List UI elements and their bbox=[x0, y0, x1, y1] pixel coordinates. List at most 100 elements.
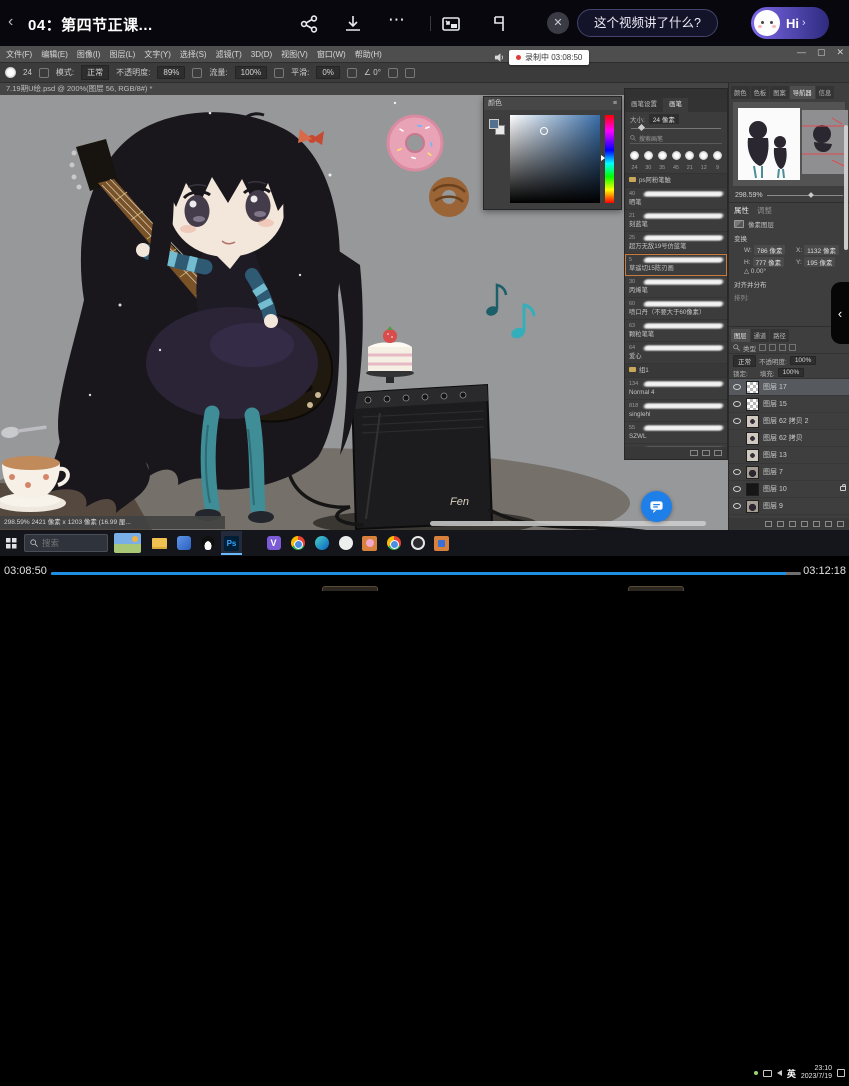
dock-panel-tab[interactable]: 图案 bbox=[770, 86, 789, 99]
filter-shape-icon[interactable] bbox=[789, 344, 796, 351]
taskbar-clock[interactable]: 23:10 2023/7/19 bbox=[801, 1065, 832, 1081]
brushes-panel-tab[interactable]: 画笔 bbox=[663, 98, 688, 112]
download-icon[interactable] bbox=[343, 14, 363, 34]
opacity-value[interactable]: 89% bbox=[157, 66, 185, 79]
layer-thumbnail[interactable] bbox=[746, 449, 759, 462]
transform-section-label[interactable]: 变换 bbox=[734, 233, 844, 243]
hue-slider[interactable] bbox=[605, 115, 614, 203]
layer-style-icon[interactable] bbox=[777, 521, 784, 527]
taskbar-app[interactable] bbox=[383, 531, 404, 555]
layer-thumbnail[interactable] bbox=[746, 432, 759, 445]
tab-properties[interactable]: 属性 bbox=[734, 205, 749, 216]
volume-icon[interactable] bbox=[777, 1070, 782, 1076]
h-value[interactable]: 777 像素 bbox=[753, 257, 785, 267]
menu-item[interactable]: 文字(Y) bbox=[144, 49, 171, 60]
layer-thumbnail[interactable] bbox=[746, 466, 759, 479]
layer-visibility-toggle[interactable] bbox=[732, 418, 742, 424]
brush-tool-icon[interactable] bbox=[5, 67, 16, 78]
taskbar-app[interactable] bbox=[197, 531, 218, 555]
delete-layer-icon[interactable] bbox=[837, 521, 844, 527]
layer-row[interactable]: 图层 7 bbox=[729, 464, 849, 481]
brush-item[interactable]: 64 爱心 bbox=[625, 342, 727, 364]
delete-brush-icon[interactable] bbox=[714, 450, 722, 456]
pressure-size-icon[interactable] bbox=[388, 68, 398, 78]
more-icon[interactable]: ⋯ bbox=[388, 10, 408, 30]
close-button[interactable]: ✕ bbox=[547, 12, 569, 34]
layer-visibility-toggle[interactable] bbox=[732, 503, 742, 509]
brush-item[interactable]: 组1 bbox=[625, 364, 727, 378]
brushes-scrollbar[interactable] bbox=[844, 125, 848, 250]
close-window-button[interactable]: ✕ bbox=[836, 47, 844, 58]
layer-thumbnail[interactable] bbox=[746, 381, 759, 394]
picture-in-picture-icon[interactable] bbox=[441, 14, 461, 34]
tab-adjustments[interactable]: 调整 bbox=[757, 205, 772, 216]
hue-slider-marker[interactable] bbox=[601, 155, 605, 161]
layer-visibility-toggle[interactable] bbox=[732, 401, 742, 407]
flow-value[interactable]: 100% bbox=[235, 66, 267, 79]
pressure-opacity-icon[interactable] bbox=[192, 68, 202, 78]
search-input[interactable] bbox=[42, 538, 97, 548]
layers-dock-tab[interactable]: 图层 bbox=[731, 329, 750, 342]
saturation-brightness-field[interactable] bbox=[510, 115, 600, 203]
dock-panel-tab[interactable]: 导航器 bbox=[790, 86, 815, 99]
filter-text-icon[interactable] bbox=[779, 344, 786, 351]
new-group-icon[interactable] bbox=[813, 521, 820, 527]
start-button[interactable] bbox=[0, 538, 22, 549]
display-icon[interactable] bbox=[763, 1070, 772, 1077]
menu-item[interactable]: 窗口(W) bbox=[317, 49, 346, 60]
layer-row[interactable]: 图层 62 拷贝 2 bbox=[729, 413, 849, 430]
panel-collapse-tab[interactable]: ‹ bbox=[831, 282, 849, 344]
navigator-zoom-slider[interactable] bbox=[767, 195, 843, 196]
menu-item[interactable]: 图层(L) bbox=[109, 49, 135, 60]
layer-row[interactable]: 图层 13 bbox=[729, 447, 849, 464]
w-value[interactable]: 786 像素 bbox=[754, 245, 786, 255]
menu-item[interactable]: 编辑(E) bbox=[41, 49, 68, 60]
brush-size-preview[interactable]: 24 bbox=[23, 68, 32, 77]
brush-size-value[interactable]: 24 像素 bbox=[649, 114, 679, 124]
align-section-label[interactable]: 对齐并分布 bbox=[734, 279, 844, 289]
symmetry-icon[interactable] bbox=[405, 68, 415, 78]
taskbar-app[interactable] bbox=[407, 531, 428, 555]
canvas-horizontal-scrollbar[interactable] bbox=[430, 521, 706, 526]
round-brush-preset[interactable]: 30 bbox=[642, 147, 655, 171]
layer-thumbnail[interactable] bbox=[746, 415, 759, 428]
brush-item[interactable]: 25 超万无敌19号仿蓝笔 bbox=[625, 232, 727, 254]
panel-menu-icon[interactable]: ≡ bbox=[613, 97, 617, 110]
brush-item[interactable]: 194 Soft Round 394 2 bbox=[625, 444, 727, 447]
document-tab[interactable]: 7.19期U绘.psd @ 200%(图层 56, RGB/8#) * bbox=[0, 83, 728, 95]
input-language-indicator[interactable]: 英 bbox=[787, 1067, 796, 1080]
filter-pixel-icon[interactable] bbox=[759, 344, 766, 351]
taskbar-app[interactable] bbox=[359, 531, 380, 555]
gear-icon[interactable] bbox=[347, 68, 357, 78]
smoothing-value[interactable]: 0% bbox=[316, 66, 340, 79]
new-layer-icon[interactable] bbox=[825, 521, 832, 527]
brush-item[interactable]: 5 草遥切15陈刃画 bbox=[625, 254, 727, 276]
navigator-zoom-value[interactable]: 298.59% bbox=[735, 192, 763, 199]
progress-track[interactable] bbox=[51, 572, 801, 575]
fill-value[interactable]: 100% bbox=[778, 368, 805, 377]
brush-size-slider[interactable] bbox=[631, 125, 721, 132]
layer-thumbnail[interactable] bbox=[746, 398, 759, 411]
round-brush-preset[interactable]: 9 bbox=[711, 147, 724, 171]
blend-mode-select[interactable]: 正常 bbox=[733, 355, 756, 367]
brush-item[interactable]: 21 刻蓝笔 bbox=[625, 210, 727, 232]
foreground-background-swatches[interactable] bbox=[489, 119, 505, 135]
round-brush-preset[interactable]: 24 bbox=[628, 147, 641, 171]
menu-item[interactable]: 视图(V) bbox=[281, 49, 308, 60]
layer-visibility-toggle[interactable] bbox=[732, 469, 742, 475]
layer-visibility-toggle[interactable] bbox=[732, 384, 742, 390]
layer-row[interactable]: 图层 10 bbox=[729, 481, 849, 498]
brush-angle[interactable]: ∠ 0° bbox=[364, 68, 381, 77]
mode-select[interactable]: 正常 bbox=[81, 65, 109, 80]
weather-widget[interactable] bbox=[114, 533, 141, 553]
menu-item[interactable]: 图像(I) bbox=[77, 49, 101, 60]
menu-item[interactable]: 选择(S) bbox=[180, 49, 207, 60]
taskbar-app[interactable]: Ps bbox=[221, 531, 242, 555]
airbrush-icon[interactable] bbox=[274, 68, 284, 78]
layer-thumbnail[interactable] bbox=[746, 500, 759, 513]
taskbar-app[interactable] bbox=[149, 531, 170, 555]
layer-visibility-toggle[interactable] bbox=[732, 435, 742, 441]
brush-item[interactable]: 818 singlehl bbox=[625, 400, 727, 422]
notification-center-icon[interactable] bbox=[837, 1069, 845, 1077]
y-value[interactable]: 195 像素 bbox=[804, 257, 836, 267]
